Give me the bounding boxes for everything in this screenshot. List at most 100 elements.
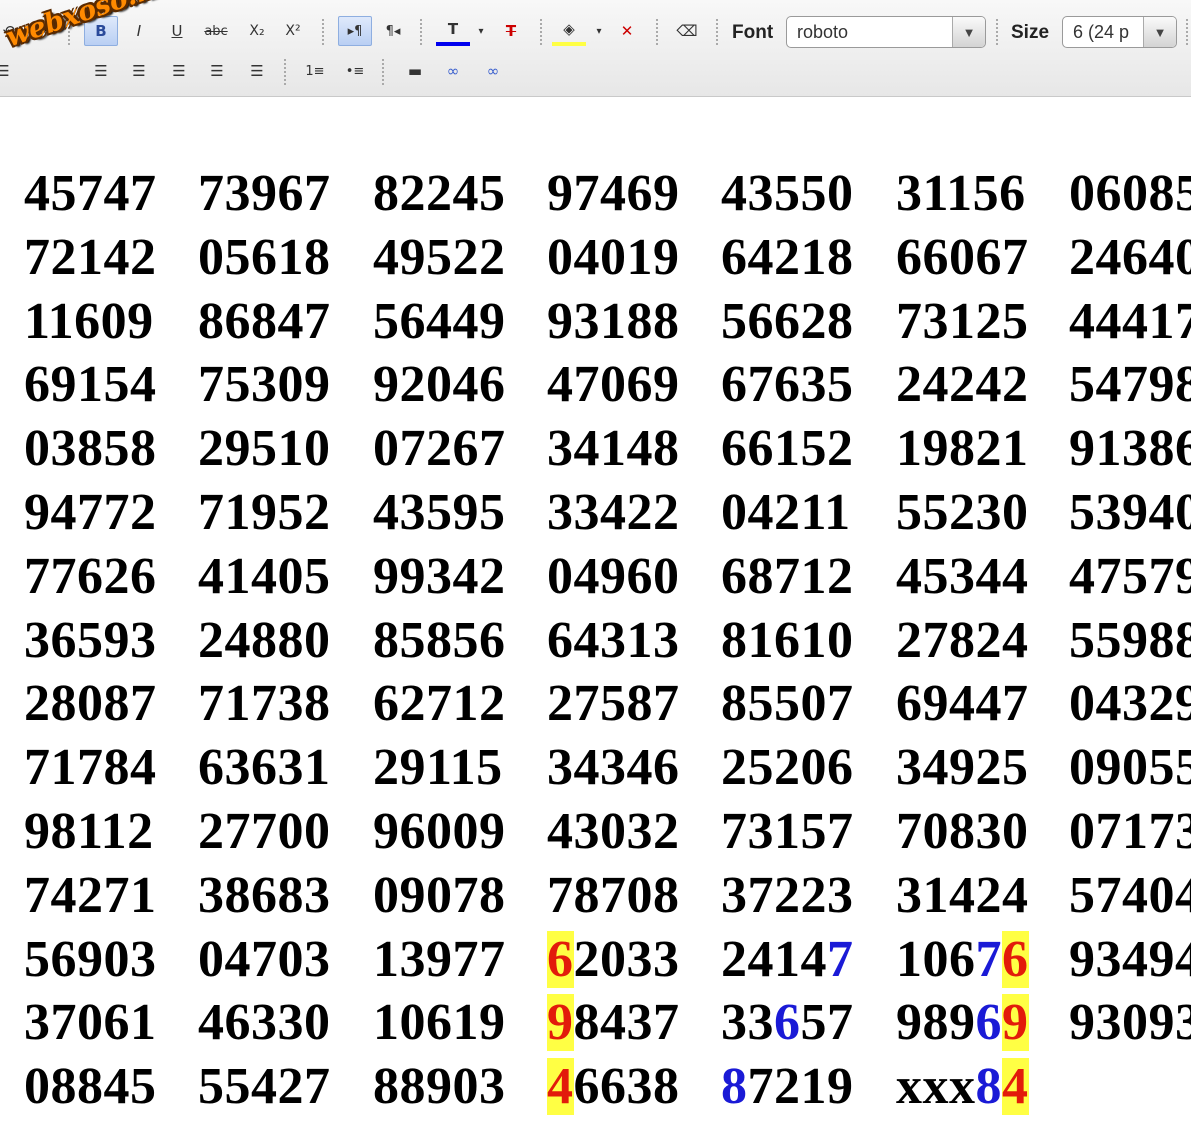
number-cell: 97469	[547, 165, 680, 222]
highlighted-digit: 9	[1002, 994, 1029, 1051]
number-cell: 94772	[24, 484, 157, 541]
unordered-list-icon[interactable]: •≡	[338, 56, 372, 86]
unlink-icon[interactable]: ∞	[476, 56, 510, 86]
digit: 4	[800, 931, 827, 988]
link-icon[interactable]: ∞	[436, 56, 470, 86]
chevron-down-icon[interactable]: ▼	[952, 17, 985, 47]
digit: 2	[721, 931, 748, 988]
toolbar-separator	[284, 59, 286, 85]
highlighted-digit: 6	[1002, 931, 1029, 988]
subscript-button[interactable]: X₂	[240, 16, 274, 46]
number-cell: 45747	[24, 165, 157, 222]
size-select[interactable]: 6 (24 p ▼	[1062, 16, 1177, 48]
align-center-icon[interactable]: ☰	[122, 56, 156, 86]
chevron-down-icon[interactable]: ▼	[1143, 17, 1176, 47]
highlighted-digit: 4	[1002, 1058, 1029, 1115]
number-cell: 33657	[721, 995, 854, 1051]
number-cell: 46330	[198, 994, 331, 1051]
eraser-icon[interactable]: ⌫	[670, 16, 704, 46]
number-cell: 37061	[24, 994, 157, 1051]
align-right-icon[interactable]: ☰	[162, 56, 196, 86]
text-color-icon[interactable]: T	[436, 16, 470, 46]
align-center-icon[interactable]: ☰	[84, 56, 118, 86]
number-cell: 24640	[1069, 229, 1191, 286]
number-cell: 13977	[373, 931, 506, 988]
ordered-list-icon[interactable]: 1≡	[298, 56, 332, 86]
number-cell: 92046	[373, 356, 506, 413]
number-cell: 69447	[896, 675, 1029, 732]
number-cell: 49522	[373, 229, 506, 286]
toolbar-separator	[540, 19, 542, 45]
align-full-icon[interactable]: ☰	[240, 56, 274, 86]
number-cell: 74271	[24, 867, 157, 924]
toolbar-row-2: ☰ ☰ ☰ ☰ ☰ ☰ 1≡ •≡ ▬ ∞ ∞	[0, 56, 1191, 90]
number-cell: 68712	[721, 548, 854, 605]
number-cell: 04211	[721, 484, 851, 541]
number-cell: 56628	[721, 293, 854, 350]
toolbar-row-1: ↶ ↷ B I U abc X₂ X² ▸¶ ¶◂ T ▾ T ◈ ▾ ✕ ⌫ …	[0, 16, 1191, 50]
digit: 7	[653, 994, 680, 1051]
number-cell: 72142	[24, 229, 157, 286]
number-cell: 56903	[24, 931, 157, 988]
font-select[interactable]: roboto ▼	[786, 16, 986, 48]
number-cell: 24880	[198, 612, 331, 669]
number-cell: 71738	[198, 675, 331, 732]
digit: 4	[600, 994, 627, 1051]
number-cell: 04703	[198, 931, 331, 988]
number-cell: 57404	[1069, 867, 1191, 924]
number-cell: 64218	[721, 229, 854, 286]
number-cell: 38683	[198, 867, 331, 924]
number-cell: 43550	[721, 165, 854, 222]
number-cell: xxx84	[896, 1058, 1029, 1115]
digit: 3	[626, 994, 653, 1051]
digit: 9	[949, 994, 976, 1051]
number-cell: 93188	[547, 293, 680, 350]
digit: 3	[721, 994, 748, 1051]
align-justify-icon[interactable]: ☰	[200, 56, 234, 86]
blue-digit: 7	[975, 931, 1002, 988]
strikethrough-button[interactable]: abc	[199, 16, 233, 46]
horizontal-rule-icon[interactable]: ▬	[398, 56, 432, 86]
toolbar-separator	[996, 19, 998, 45]
background-color-dropdown-icon[interactable]: ▾	[592, 16, 606, 46]
number-cell: 28087	[24, 675, 157, 732]
digit: 0	[600, 931, 627, 988]
digit: 7	[827, 994, 854, 1051]
italic-button[interactable]: I	[122, 16, 156, 46]
number-cell: 34148	[547, 420, 680, 477]
toolbar-separator	[716, 19, 718, 45]
number-cell: 04329	[1069, 675, 1191, 732]
size-select-value: 6 (24 p	[1073, 22, 1130, 42]
number-cell: 07267	[373, 420, 506, 477]
digit: 2	[774, 1058, 801, 1115]
font-label: Font	[732, 22, 774, 43]
underline-button[interactable]: U	[160, 16, 194, 46]
number-cell: 55427	[198, 1058, 331, 1115]
number-cell: 25206	[721, 739, 854, 796]
text-color-dropdown-icon[interactable]: ▾	[474, 16, 488, 46]
ltr-direction-button[interactable]: ▸¶	[338, 16, 372, 46]
digit: 8	[573, 994, 600, 1051]
number-cell: 04019	[547, 229, 680, 286]
number-cell: 29510	[198, 420, 331, 477]
align-left-icon[interactable]: ☰	[0, 56, 20, 86]
remove-format-icon[interactable]: T	[494, 16, 528, 46]
number-cell: 55988	[1069, 612, 1191, 669]
number-cell: 34925	[896, 739, 1029, 796]
number-cell: 88903	[373, 1058, 506, 1115]
digit: 3	[653, 931, 680, 988]
editor-toolbar: ↶ ↷ B I U abc X₂ X² ▸¶ ¶◂ T ▾ T ◈ ▾ ✕ ⌫ …	[0, 0, 1191, 97]
number-cell: 29115	[373, 739, 503, 796]
digit: 6	[573, 1058, 600, 1115]
number-cell: 19821	[896, 420, 1029, 477]
number-cell: 33422	[547, 484, 680, 541]
rtl-direction-button[interactable]: ¶◂	[376, 16, 410, 46]
number-cell: 98437	[547, 994, 680, 1051]
number-cell: 07173	[1069, 803, 1191, 860]
number-cell: 56449	[373, 293, 506, 350]
clear-highlight-icon[interactable]: ✕	[610, 16, 644, 46]
background-color-icon[interactable]: ◈	[552, 16, 586, 46]
number-cell: 63631	[198, 739, 331, 796]
digit: 9	[827, 1058, 854, 1115]
superscript-button[interactable]: X²	[276, 16, 310, 46]
